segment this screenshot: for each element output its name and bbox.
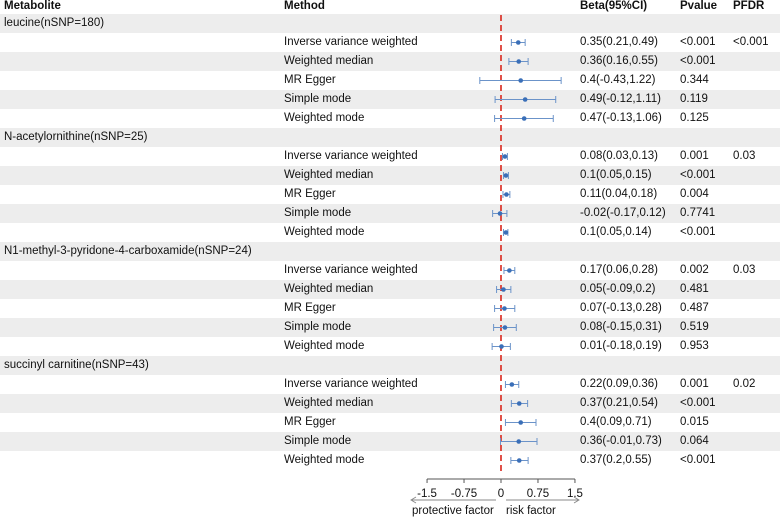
estimate-point [509, 382, 515, 387]
estimate-point [516, 59, 522, 64]
estimate-point [501, 287, 506, 292]
estimate-point [504, 192, 509, 197]
x-tick-label: -0.75 [451, 488, 477, 500]
forest-plot-svg: -1.5 -0.75 0 0.75 1.5 [410, 15, 583, 504]
risk-factor-label: risk factor [506, 505, 556, 517]
estimate-point [516, 458, 522, 463]
estimate-point [503, 173, 509, 178]
protective-factor-label: protective factor [412, 505, 494, 517]
x-tick-label: 0.75 [527, 488, 549, 500]
estimate-point [516, 401, 522, 406]
estimate-point [502, 325, 508, 330]
estimate-point [518, 420, 524, 425]
estimate-point [515, 40, 521, 45]
estimate-point [516, 439, 522, 444]
estimate-point [521, 116, 527, 121]
estimate-point [502, 154, 508, 159]
estimate-point [522, 97, 528, 102]
x-tick-label: 1.5 [567, 488, 583, 500]
x-tick-label: 0 [498, 488, 504, 500]
x-tick-label: -1.5 [417, 488, 437, 500]
estimate-point [507, 268, 512, 273]
estimate-point [518, 78, 524, 83]
estimate-point [502, 306, 507, 311]
estimate-point [503, 230, 509, 235]
forest-plot-figure: leucine(nSNP=180) Inverse variance weight… [0, 0, 780, 518]
estimate-point [499, 344, 504, 349]
estimate-point [497, 211, 503, 216]
